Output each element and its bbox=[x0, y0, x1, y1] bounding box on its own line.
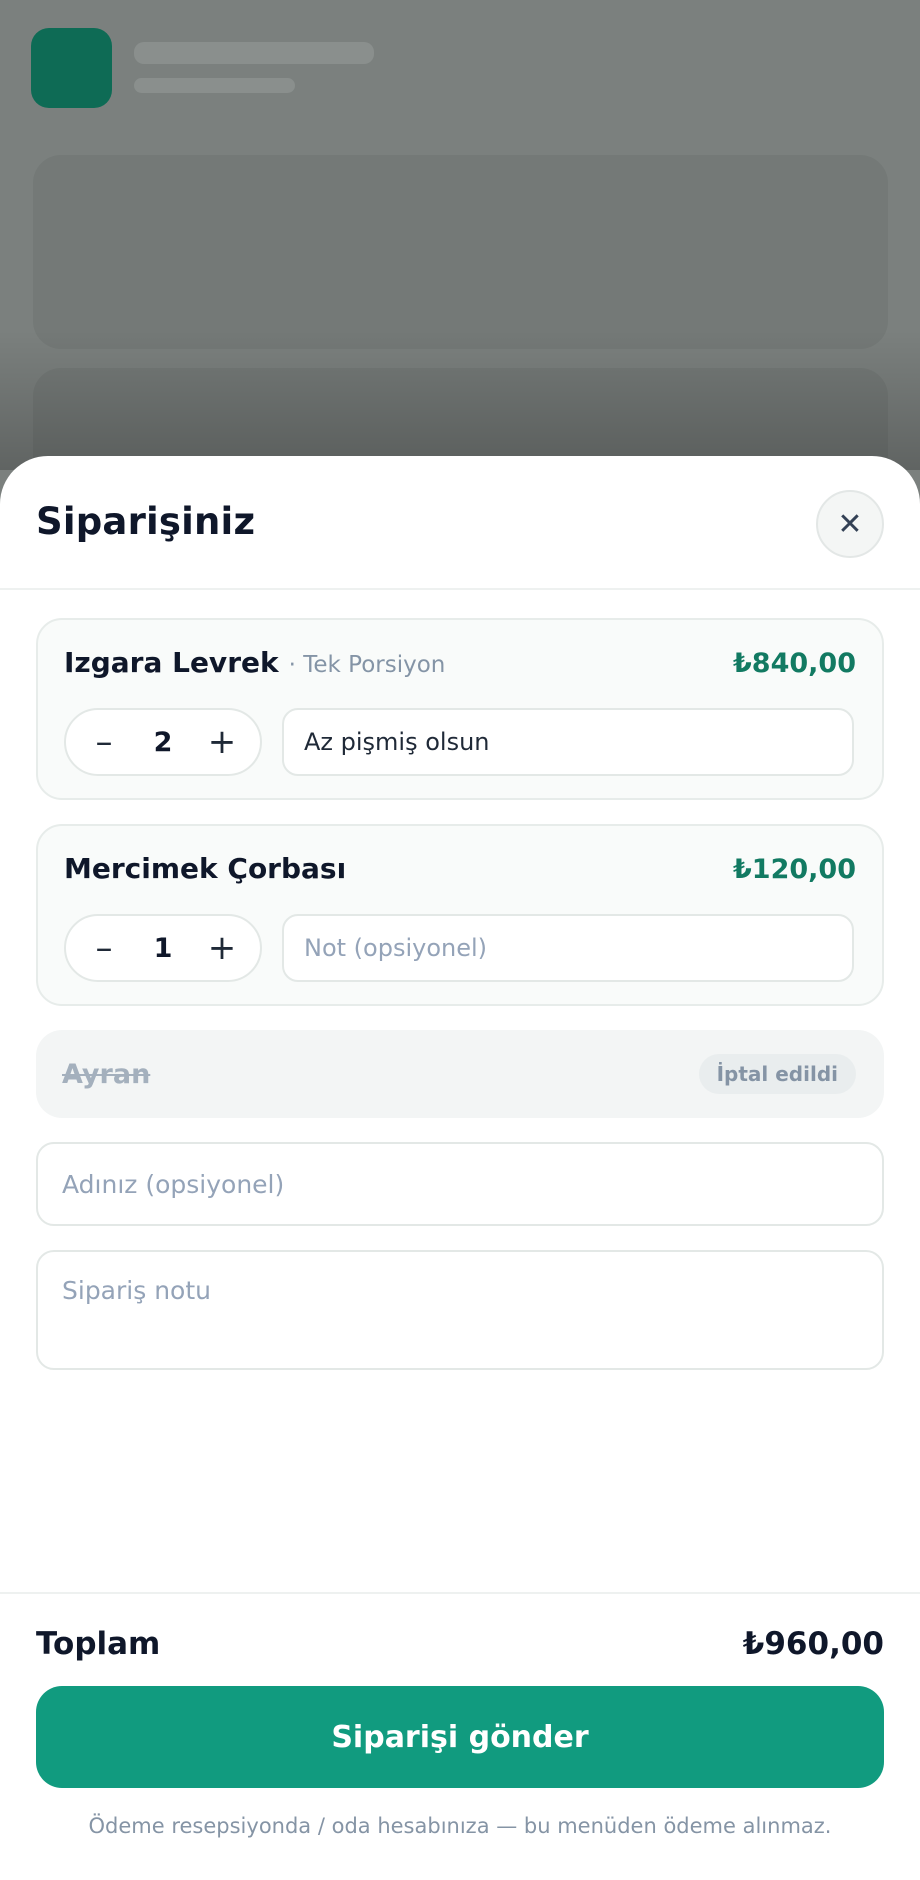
customer-name-input[interactable] bbox=[36, 1142, 884, 1226]
cart-item-name: Mercimek Çorbası bbox=[64, 852, 347, 885]
total-value: ₺960,00 bbox=[742, 1626, 884, 1662]
order-note-textarea[interactable] bbox=[36, 1250, 884, 1370]
quantity-stepper: – 1 + bbox=[64, 914, 262, 982]
item-note-input[interactable] bbox=[282, 708, 854, 776]
cart-item: Mercimek Çorbası ₺120,00 – 1 + bbox=[36, 824, 884, 1006]
cart-item-variant: · Tek Porsiyon bbox=[288, 652, 446, 678]
sheet-header: Siparişiniz ✕ bbox=[0, 456, 920, 590]
cart-item-price: ₺840,00 bbox=[733, 648, 856, 679]
increase-quantity-button[interactable]: + bbox=[196, 922, 248, 974]
background-overlay-shade[interactable] bbox=[0, 330, 920, 470]
cart-item-header: Mercimek Çorbası ₺120,00 bbox=[64, 852, 856, 888]
cart-item: Izgara Levrek · Tek Porsiyon ₺840,00 – 2… bbox=[36, 618, 884, 800]
close-button[interactable]: ✕ bbox=[816, 490, 884, 558]
decrease-quantity-button[interactable]: – bbox=[78, 922, 130, 974]
background-subtitle-placeholder bbox=[134, 78, 295, 93]
sheet-body: Izgara Levrek · Tek Porsiyon ₺840,00 – 2… bbox=[0, 590, 920, 1370]
cancelled-item-name: Ayran bbox=[62, 1058, 151, 1090]
payment-note: Ödeme resepsiyonda / oda hesabınıza — bu… bbox=[88, 1814, 832, 1838]
background-card bbox=[33, 155, 888, 349]
cart-item-header: Izgara Levrek · Tek Porsiyon ₺840,00 bbox=[64, 646, 856, 682]
close-icon: ✕ bbox=[837, 506, 863, 542]
cart-item-price: ₺120,00 bbox=[733, 854, 856, 885]
sheet-title: Siparişiniz bbox=[36, 500, 256, 543]
background-logo bbox=[31, 28, 112, 108]
quantity-value: 2 bbox=[153, 726, 173, 758]
item-note-input[interactable] bbox=[282, 914, 854, 982]
order-sheet: Siparişiniz ✕ Izgara Levrek · Tek Porsiy… bbox=[0, 456, 920, 1880]
cancelled-cart-item: Ayran İptal edildi bbox=[36, 1030, 884, 1118]
increase-quantity-button[interactable]: + bbox=[196, 716, 248, 768]
decrease-quantity-button[interactable]: – bbox=[78, 716, 130, 768]
cancelled-status-badge: İptal edildi bbox=[698, 1054, 856, 1094]
quantity-stepper: – 2 + bbox=[64, 708, 262, 776]
sheet-footer: Toplam ₺960,00 Siparişi gönder Ödeme res… bbox=[0, 1592, 920, 1880]
total-row: Toplam ₺960,00 bbox=[36, 1624, 884, 1664]
cart-item-name: Izgara Levrek bbox=[64, 646, 279, 679]
background-title-placeholder bbox=[134, 42, 374, 64]
cart-item-controls: – 1 + bbox=[64, 914, 856, 982]
quantity-value: 1 bbox=[153, 932, 173, 964]
submit-order-button[interactable]: Siparişi gönder bbox=[36, 1686, 884, 1788]
cart-item-controls: – 2 + bbox=[64, 708, 856, 776]
total-label: Toplam bbox=[36, 1626, 161, 1662]
